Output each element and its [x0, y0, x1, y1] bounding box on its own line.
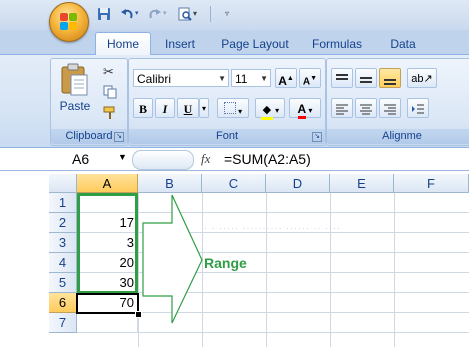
active-cell-border	[76, 293, 139, 314]
row-header-2[interactable]: 2	[49, 213, 77, 233]
font-size-combo[interactable]: 11 ▼	[231, 69, 271, 87]
clipboard-group: Paste ✂ Clipboard ↘	[50, 58, 128, 146]
save-icon[interactable]	[97, 7, 111, 21]
fill-handle[interactable]	[135, 311, 142, 318]
orientation-button[interactable]: ab↗	[407, 68, 437, 88]
row-header-4[interactable]: 4	[49, 253, 77, 273]
row-header-5[interactable]: 5	[49, 273, 77, 293]
column-header-f[interactable]: F	[394, 174, 469, 193]
underline-button[interactable]: U	[177, 98, 199, 118]
clipboard-launcher-icon[interactable]: ↘	[114, 132, 124, 142]
font-name-combo[interactable]: Calibri ▼	[133, 69, 229, 87]
indent-button[interactable]	[407, 98, 429, 118]
align-center-button[interactable]	[355, 98, 377, 118]
align-right-button[interactable]	[379, 98, 401, 118]
fill-bucket-icon: ◆	[260, 104, 273, 120]
select-all-corner[interactable]	[49, 174, 77, 193]
borders-icon	[223, 102, 236, 114]
range-annotation-label: Range	[204, 255, 247, 271]
undo-dropdown-icon[interactable]: ▾	[135, 7, 143, 21]
font-size-value: 11	[235, 72, 248, 86]
cell-a7[interactable]	[77, 313, 138, 333]
formula-bar: A6 ▼ fx =SUM(A2:A5)	[0, 148, 469, 171]
row-header-1[interactable]: 1	[49, 193, 77, 213]
chevron-down-icon: ▼	[260, 74, 268, 83]
scissors-icon[interactable]: ✂	[103, 64, 114, 80]
qat-separator	[210, 6, 211, 22]
redo-icon[interactable]	[148, 7, 162, 21]
align-top-button[interactable]	[331, 68, 353, 88]
tab-home[interactable]: Home	[95, 32, 151, 55]
font-group: Calibri ▼ 11 ▼ A▲ A▼ B I U ▾ ▾ ◆ ▾ A ▾ F…	[128, 58, 326, 146]
undo-icon[interactable]	[120, 7, 134, 21]
column-header-b[interactable]: B	[138, 174, 202, 193]
alignment-group: ab↗ Alignme	[326, 58, 469, 146]
row-header-3[interactable]: 3	[49, 233, 77, 253]
font-group-label: Font	[129, 129, 325, 144]
font-name-value: Calibri	[137, 72, 172, 86]
format-painter-icon[interactable]	[103, 106, 117, 120]
row-header-7[interactable]: 7	[49, 313, 77, 333]
tab-page-layout[interactable]: Page Layout	[215, 34, 295, 54]
column-header-c[interactable]: C	[202, 174, 266, 193]
align-middle-button[interactable]	[355, 68, 377, 88]
column-header-a[interactable]: A	[77, 174, 138, 193]
formula-input[interactable]: =SUM(A2:A5)	[224, 150, 311, 168]
underline-dropdown[interactable]: ▾	[199, 98, 209, 118]
faint-background-text: · · ····· ·········· ······ ·· ····	[204, 223, 341, 233]
range-highlight-box	[77, 193, 138, 294]
redo-dropdown-icon[interactable]: ▾	[163, 7, 171, 21]
font-launcher-icon[interactable]: ↘	[312, 132, 322, 142]
copy-icon[interactable]	[103, 85, 117, 99]
insert-function-icon[interactable]: fx	[201, 151, 210, 167]
formula-bar-resize-handle[interactable]	[132, 150, 194, 170]
chevron-down-icon[interactable]: ▿	[225, 7, 235, 21]
worksheet-grid: A B C D E F 1 2 3 4 5 6 7 17 3 20 30 70 …	[0, 170, 469, 347]
office-logo-icon	[60, 13, 78, 31]
paste-button[interactable]: Paste	[55, 99, 95, 113]
grow-font-button[interactable]: A▲	[275, 68, 297, 88]
font-color-label: A	[297, 103, 307, 119]
paste-icon[interactable]	[59, 63, 89, 97]
print-preview-icon[interactable]	[178, 7, 192, 21]
row-header-6[interactable]: 6	[49, 293, 77, 313]
alignment-group-label: Alignme	[327, 129, 469, 144]
range-arrow	[142, 194, 203, 324]
grow-font-label: A	[278, 74, 287, 88]
borders-button[interactable]: ▾	[217, 98, 249, 118]
office-button[interactable]	[49, 2, 89, 42]
italic-button[interactable]: I	[155, 98, 175, 118]
fill-color-button[interactable]: ◆ ▾	[255, 98, 285, 120]
tab-insert[interactable]: Insert	[155, 34, 205, 54]
font-color-button[interactable]: A ▾	[289, 98, 321, 119]
ribbon: Paste ✂ Clipboard ↘ Calibri ▼ 11 ▼ A▲ A▼…	[0, 55, 469, 148]
shrink-font-button[interactable]: A▼	[299, 68, 321, 88]
tab-formulas[interactable]: Formulas	[305, 34, 369, 54]
tab-data[interactable]: Data	[380, 34, 426, 54]
chevron-down-icon[interactable]: ▼	[118, 152, 127, 162]
column-header-d[interactable]: D	[266, 174, 330, 193]
column-header-e[interactable]: E	[330, 174, 394, 193]
qat-more-icon[interactable]: ▾	[193, 7, 203, 21]
align-left-button[interactable]	[331, 98, 353, 118]
bold-button[interactable]: B	[133, 98, 153, 118]
chevron-down-icon: ▼	[218, 74, 226, 83]
align-bottom-button[interactable]	[379, 68, 401, 88]
